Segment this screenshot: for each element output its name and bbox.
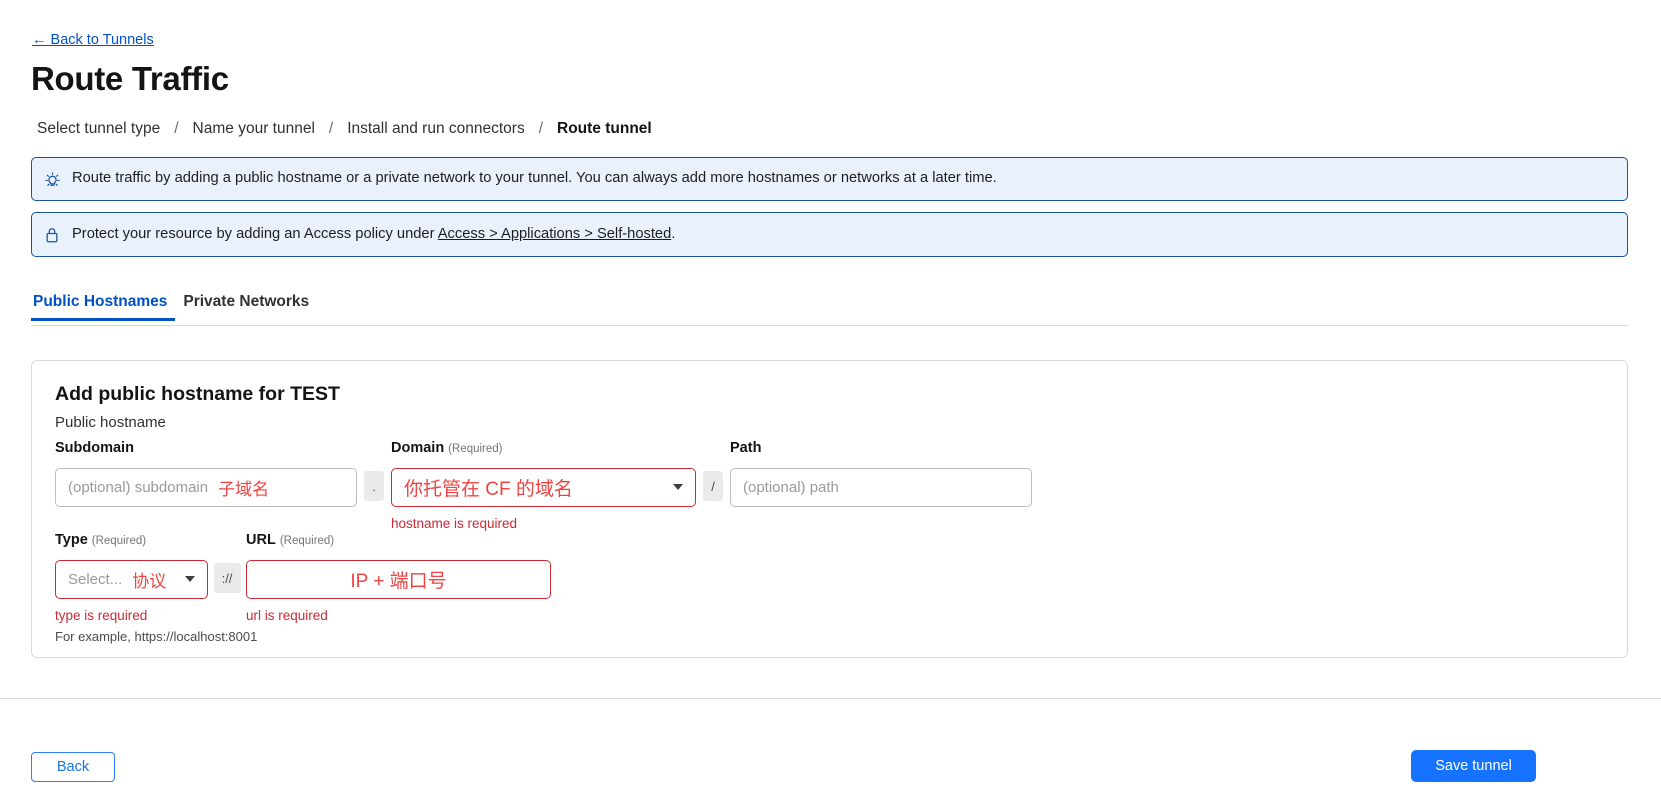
type-label: Type (Required) (55, 533, 208, 548)
breadcrumb-separator: / (174, 120, 179, 137)
tab-bar: Public Hostnames Private Networks (31, 293, 1628, 326)
breadcrumb-item-install-and-run-connectors[interactable]: Install and run connectors (347, 120, 525, 138)
service-row: Type (Required) Select... 协议 type is requ… (55, 533, 551, 644)
lightbulb-icon (32, 171, 72, 188)
lock-icon (32, 226, 72, 244)
slash-separator-wrap: / (696, 441, 730, 501)
breadcrumb-separator: / (328, 120, 334, 137)
info-banner-access-policy: Protect your resource by adding an Acces… (31, 212, 1628, 257)
domain-label: Domain (Required) (391, 441, 696, 456)
info-banner-text: Route traffic by adding a public hostnam… (72, 170, 997, 187)
url-error: url is required (246, 607, 328, 623)
breadcrumb-item-select-tunnel-type[interactable]: Select tunnel type (37, 120, 160, 138)
add-public-hostname-card: Add public hostname for TEST Public host… (31, 360, 1628, 658)
domain-annotation: 你托管在 CF 的域名 (404, 478, 573, 500)
footer-divider (0, 698, 1661, 699)
domain-group: Domain (Required) 你托管在 CF 的域名 hostname is… (391, 441, 696, 531)
dot-separator-wrap: . (357, 441, 391, 501)
type-select[interactable]: Select... 协议 (55, 559, 208, 599)
breadcrumb-item-route-tunnel: Route tunnel (557, 120, 652, 137)
subdomain-group: Subdomain (optional) subdomain 子域名 (55, 441, 357, 507)
url-help-text: For example, https://localhost:8001 (55, 628, 258, 644)
access-policy-text-before: Protect your resource by adding an Acces… (72, 225, 438, 242)
tab-private-networks[interactable]: Private Networks (175, 293, 317, 321)
domain-select[interactable]: 你托管在 CF 的域名 (391, 467, 696, 507)
back-to-tunnels-link[interactable]: ← Back to Tunnels (32, 32, 154, 48)
type-annotation: 协议 (132, 571, 167, 591)
route-traffic-page: ← Back to Tunnels Route Traffic Select t… (0, 0, 1661, 805)
domain-label-text: Domain (391, 440, 445, 456)
hostname-row: Subdomain (optional) subdomain 子域名 . Dom… (55, 441, 1032, 531)
chevron-down-icon (185, 576, 195, 582)
slash-separator: / (703, 471, 723, 501)
subdomain-label: Subdomain (55, 441, 357, 456)
path-label-text: Path (730, 440, 762, 456)
access-applications-self-hosted-link[interactable]: Access > Applications > Self-hosted (438, 226, 672, 242)
url-input[interactable]: IP + 端口号 (246, 559, 551, 599)
type-required-tag: (Required) (91, 535, 147, 547)
info-banner-text: Protect your resource by adding an Acces… (72, 226, 675, 244)
domain-error: hostname is required (391, 515, 518, 531)
subdomain-input[interactable]: (optional) subdomain 子域名 (55, 467, 357, 507)
type-placeholder: Select... (68, 570, 123, 588)
path-label: Path (730, 441, 1032, 456)
card-subtitle: Public hostname (55, 414, 166, 431)
breadcrumb-item-name-your-tunnel[interactable]: Name your tunnel (193, 120, 315, 138)
breadcrumb-separator: / (538, 120, 544, 137)
path-placeholder: (optional) path (743, 478, 839, 496)
subdomain-label-text: Subdomain (55, 440, 134, 456)
path-group: Path (optional) path (730, 441, 1032, 507)
back-button[interactable]: Back (31, 752, 115, 782)
type-group: Type (Required) Select... 协议 type is requ… (55, 533, 258, 644)
breadcrumb: Select tunnel type / Name your tunnel / … (37, 120, 652, 138)
url-required-tag: (Required) (279, 535, 335, 547)
info-banner-route-traffic: Route traffic by adding a public hostnam… (31, 157, 1628, 201)
access-policy-text-after: . (671, 225, 676, 242)
card-title: Add public hostname for TEST (55, 383, 340, 405)
url-annotation: IP + 端口号 (350, 570, 447, 592)
page-title: Route Traffic (31, 60, 229, 97)
save-tunnel-button[interactable]: Save tunnel (1411, 750, 1536, 782)
protocol-separator-wrap: :// (208, 533, 246, 593)
subdomain-placeholder: (optional) subdomain (68, 478, 209, 496)
url-label: URL (Required) (246, 533, 551, 548)
domain-required-tag: (Required) (448, 443, 503, 455)
type-label-text: Type (55, 532, 88, 548)
url-group: URL (Required) IP + 端口号 url is required (246, 533, 551, 623)
type-error: type is required (55, 607, 148, 623)
subdomain-annotation: 子域名 (218, 479, 270, 499)
chevron-down-icon (673, 484, 683, 490)
tab-public-hostnames[interactable]: Public Hostnames (31, 293, 175, 321)
path-input[interactable]: (optional) path (730, 467, 1032, 507)
url-label-text: URL (246, 532, 276, 548)
protocol-separator: :// (213, 563, 241, 593)
dot-separator: . (364, 471, 384, 501)
